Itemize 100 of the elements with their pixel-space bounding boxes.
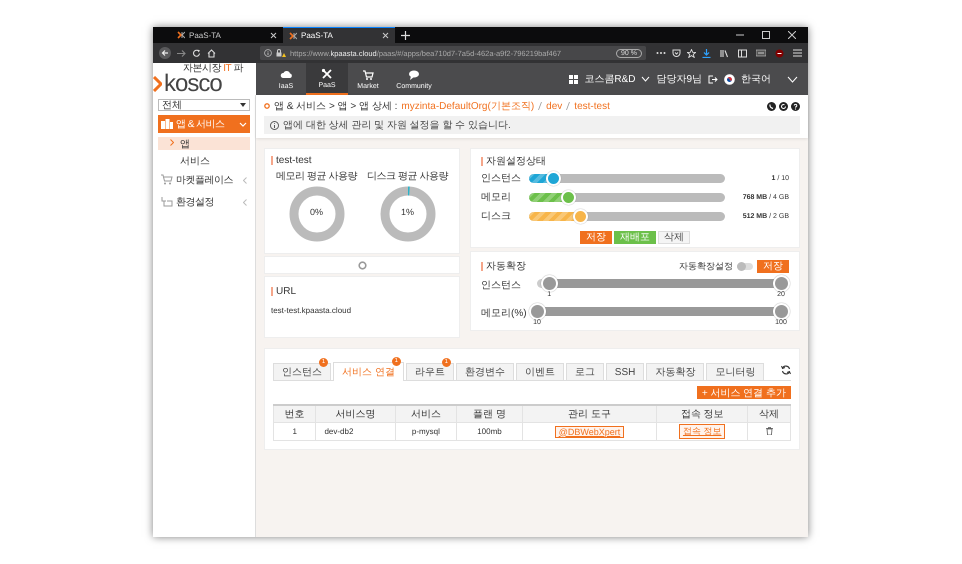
column-header: 플랜 명 xyxy=(456,405,523,422)
sidebar-item[interactable]: 마켓플레이스 xyxy=(158,171,250,189)
chevron-logo-icon xyxy=(153,76,162,92)
range-slider-thumb[interactable] xyxy=(529,303,546,320)
sidebar-icon[interactable] xyxy=(738,48,747,58)
close-icon[interactable] xyxy=(270,32,277,38)
star-icon[interactable] xyxy=(687,48,696,58)
refresh-icon[interactable] xyxy=(781,364,791,374)
shield-icon[interactable] xyxy=(775,48,784,58)
column-header: 번호 xyxy=(274,405,316,422)
back-icon[interactable] xyxy=(159,47,171,59)
reload-icon[interactable] xyxy=(192,48,201,58)
range-slider-thumb[interactable] xyxy=(773,275,790,292)
slider-track[interactable] xyxy=(529,174,725,182)
menu-icon[interactable] xyxy=(793,49,802,57)
chat-icon xyxy=(408,68,420,80)
detail-tab[interactable]: 환경변수 xyxy=(456,363,514,380)
chevron-down-icon[interactable] xyxy=(787,76,798,82)
favicon-icon xyxy=(177,31,185,39)
browser-tab[interactable]: PaaS-TA xyxy=(283,27,395,43)
autoscale-toggle[interactable] xyxy=(737,263,753,270)
chevron-left-icon xyxy=(243,176,247,184)
slider-label: 인스턴스 xyxy=(481,172,522,185)
slider-track[interactable] xyxy=(529,212,725,220)
cart-icon xyxy=(362,68,374,80)
extension-icon[interactable] xyxy=(756,49,766,57)
card-title: URL xyxy=(271,287,453,296)
submenu-item[interactable]: 앱 xyxy=(158,137,250,150)
home-icon[interactable] xyxy=(207,48,216,58)
range-slider-thumb[interactable] xyxy=(773,303,790,320)
favicon-icon xyxy=(289,32,297,40)
action-button[interactable]: 삭제 xyxy=(658,231,690,244)
org-selector[interactable]: 코스콤R&D xyxy=(584,72,636,86)
table-cell: dev-db2 xyxy=(316,422,396,440)
logo-wordmark: kosco xyxy=(164,74,222,94)
bullet-icon xyxy=(264,103,270,109)
maximize-icon[interactable] xyxy=(762,31,770,39)
apps-icon xyxy=(161,118,173,130)
pocket-icon[interactable] xyxy=(672,48,681,58)
trash-icon[interactable] xyxy=(766,426,773,434)
card-title: 자원설정상태 xyxy=(481,157,789,166)
detail-tab[interactable]: 이벤트 xyxy=(516,363,564,380)
donut-chart xyxy=(288,186,344,242)
refresh-icon[interactable] xyxy=(779,102,788,110)
gauge-value: 1% xyxy=(400,207,415,217)
chevron-left-icon xyxy=(243,198,247,206)
filter-dropdown[interactable]: 전체 xyxy=(158,99,250,111)
column-header: 서비스명 xyxy=(316,405,396,422)
download-icon[interactable] xyxy=(702,48,711,58)
slider-track[interactable] xyxy=(529,192,725,202)
range-slider-thumb[interactable] xyxy=(541,275,558,292)
help-icon[interactable] xyxy=(791,102,800,110)
info-icon xyxy=(264,49,272,57)
loading-icon xyxy=(358,260,366,270)
donut-chart xyxy=(380,186,436,242)
slash-icon xyxy=(566,102,570,110)
detail-tab[interactable]: 모니터링 xyxy=(706,363,764,380)
chevron-right-icon xyxy=(170,139,174,146)
table-cell: p-mysql xyxy=(395,422,456,440)
gauge-label: 메모리 평균 사용량 xyxy=(276,170,357,183)
new-tab-icon[interactable] xyxy=(401,30,410,40)
sidebar-item[interactable]: 환경설정 xyxy=(158,193,250,211)
slider-thumb[interactable] xyxy=(561,190,576,204)
slider-thumb[interactable] xyxy=(572,208,588,224)
language-selector[interactable]: 한국어 xyxy=(741,72,771,86)
detail-tab[interactable]: SSH xyxy=(606,363,644,380)
column-header: 접속 정보 xyxy=(656,405,748,422)
gauge-value: 0% xyxy=(308,207,324,217)
phone-icon[interactable] xyxy=(767,102,776,110)
cloud-icon xyxy=(280,68,292,80)
app-url: test-test.kpaasta.cloud xyxy=(271,306,352,315)
close-icon[interactable] xyxy=(382,32,389,39)
slider-label: 메모리 xyxy=(481,191,512,204)
browser-tab[interactable]: PaaS-TA xyxy=(171,27,283,43)
chevron-down-icon[interactable] xyxy=(641,76,650,82)
chevron-down-icon xyxy=(239,122,247,126)
card-title: 자동확장 xyxy=(481,262,675,271)
submenu-item[interactable]: 서비스 xyxy=(158,154,250,167)
detail-tab[interactable]: 인스턴스 xyxy=(273,363,331,380)
detail-tab[interactable]: 로그 xyxy=(566,363,604,380)
column-header: 삭제 xyxy=(748,405,790,422)
forward-icon[interactable] xyxy=(177,48,186,58)
dropdown-arrow-icon xyxy=(240,103,246,107)
table-cell: 1 xyxy=(274,422,316,440)
tools-icon xyxy=(321,68,333,80)
flag-icon[interactable] xyxy=(724,74,735,84)
grid-icon[interactable] xyxy=(569,74,578,84)
slash-icon xyxy=(538,102,542,110)
column-header: 관리 도구 xyxy=(522,405,656,422)
slider-thumb[interactable] xyxy=(546,170,561,186)
toggle-label: 자동확장설정 xyxy=(679,260,733,273)
detail-tab[interactable]: 자동확장 xyxy=(646,363,704,380)
detail-tab[interactable]: 라우트 xyxy=(406,363,454,380)
library-icon[interactable] xyxy=(720,48,729,58)
card-title: test-test xyxy=(271,156,453,165)
close-icon[interactable] xyxy=(788,31,796,39)
warning-lock-icon xyxy=(276,49,286,57)
logout-icon[interactable] xyxy=(708,74,718,84)
user-name[interactable]: 담당자9님 xyxy=(656,72,702,86)
more-icon[interactable] xyxy=(656,51,666,55)
